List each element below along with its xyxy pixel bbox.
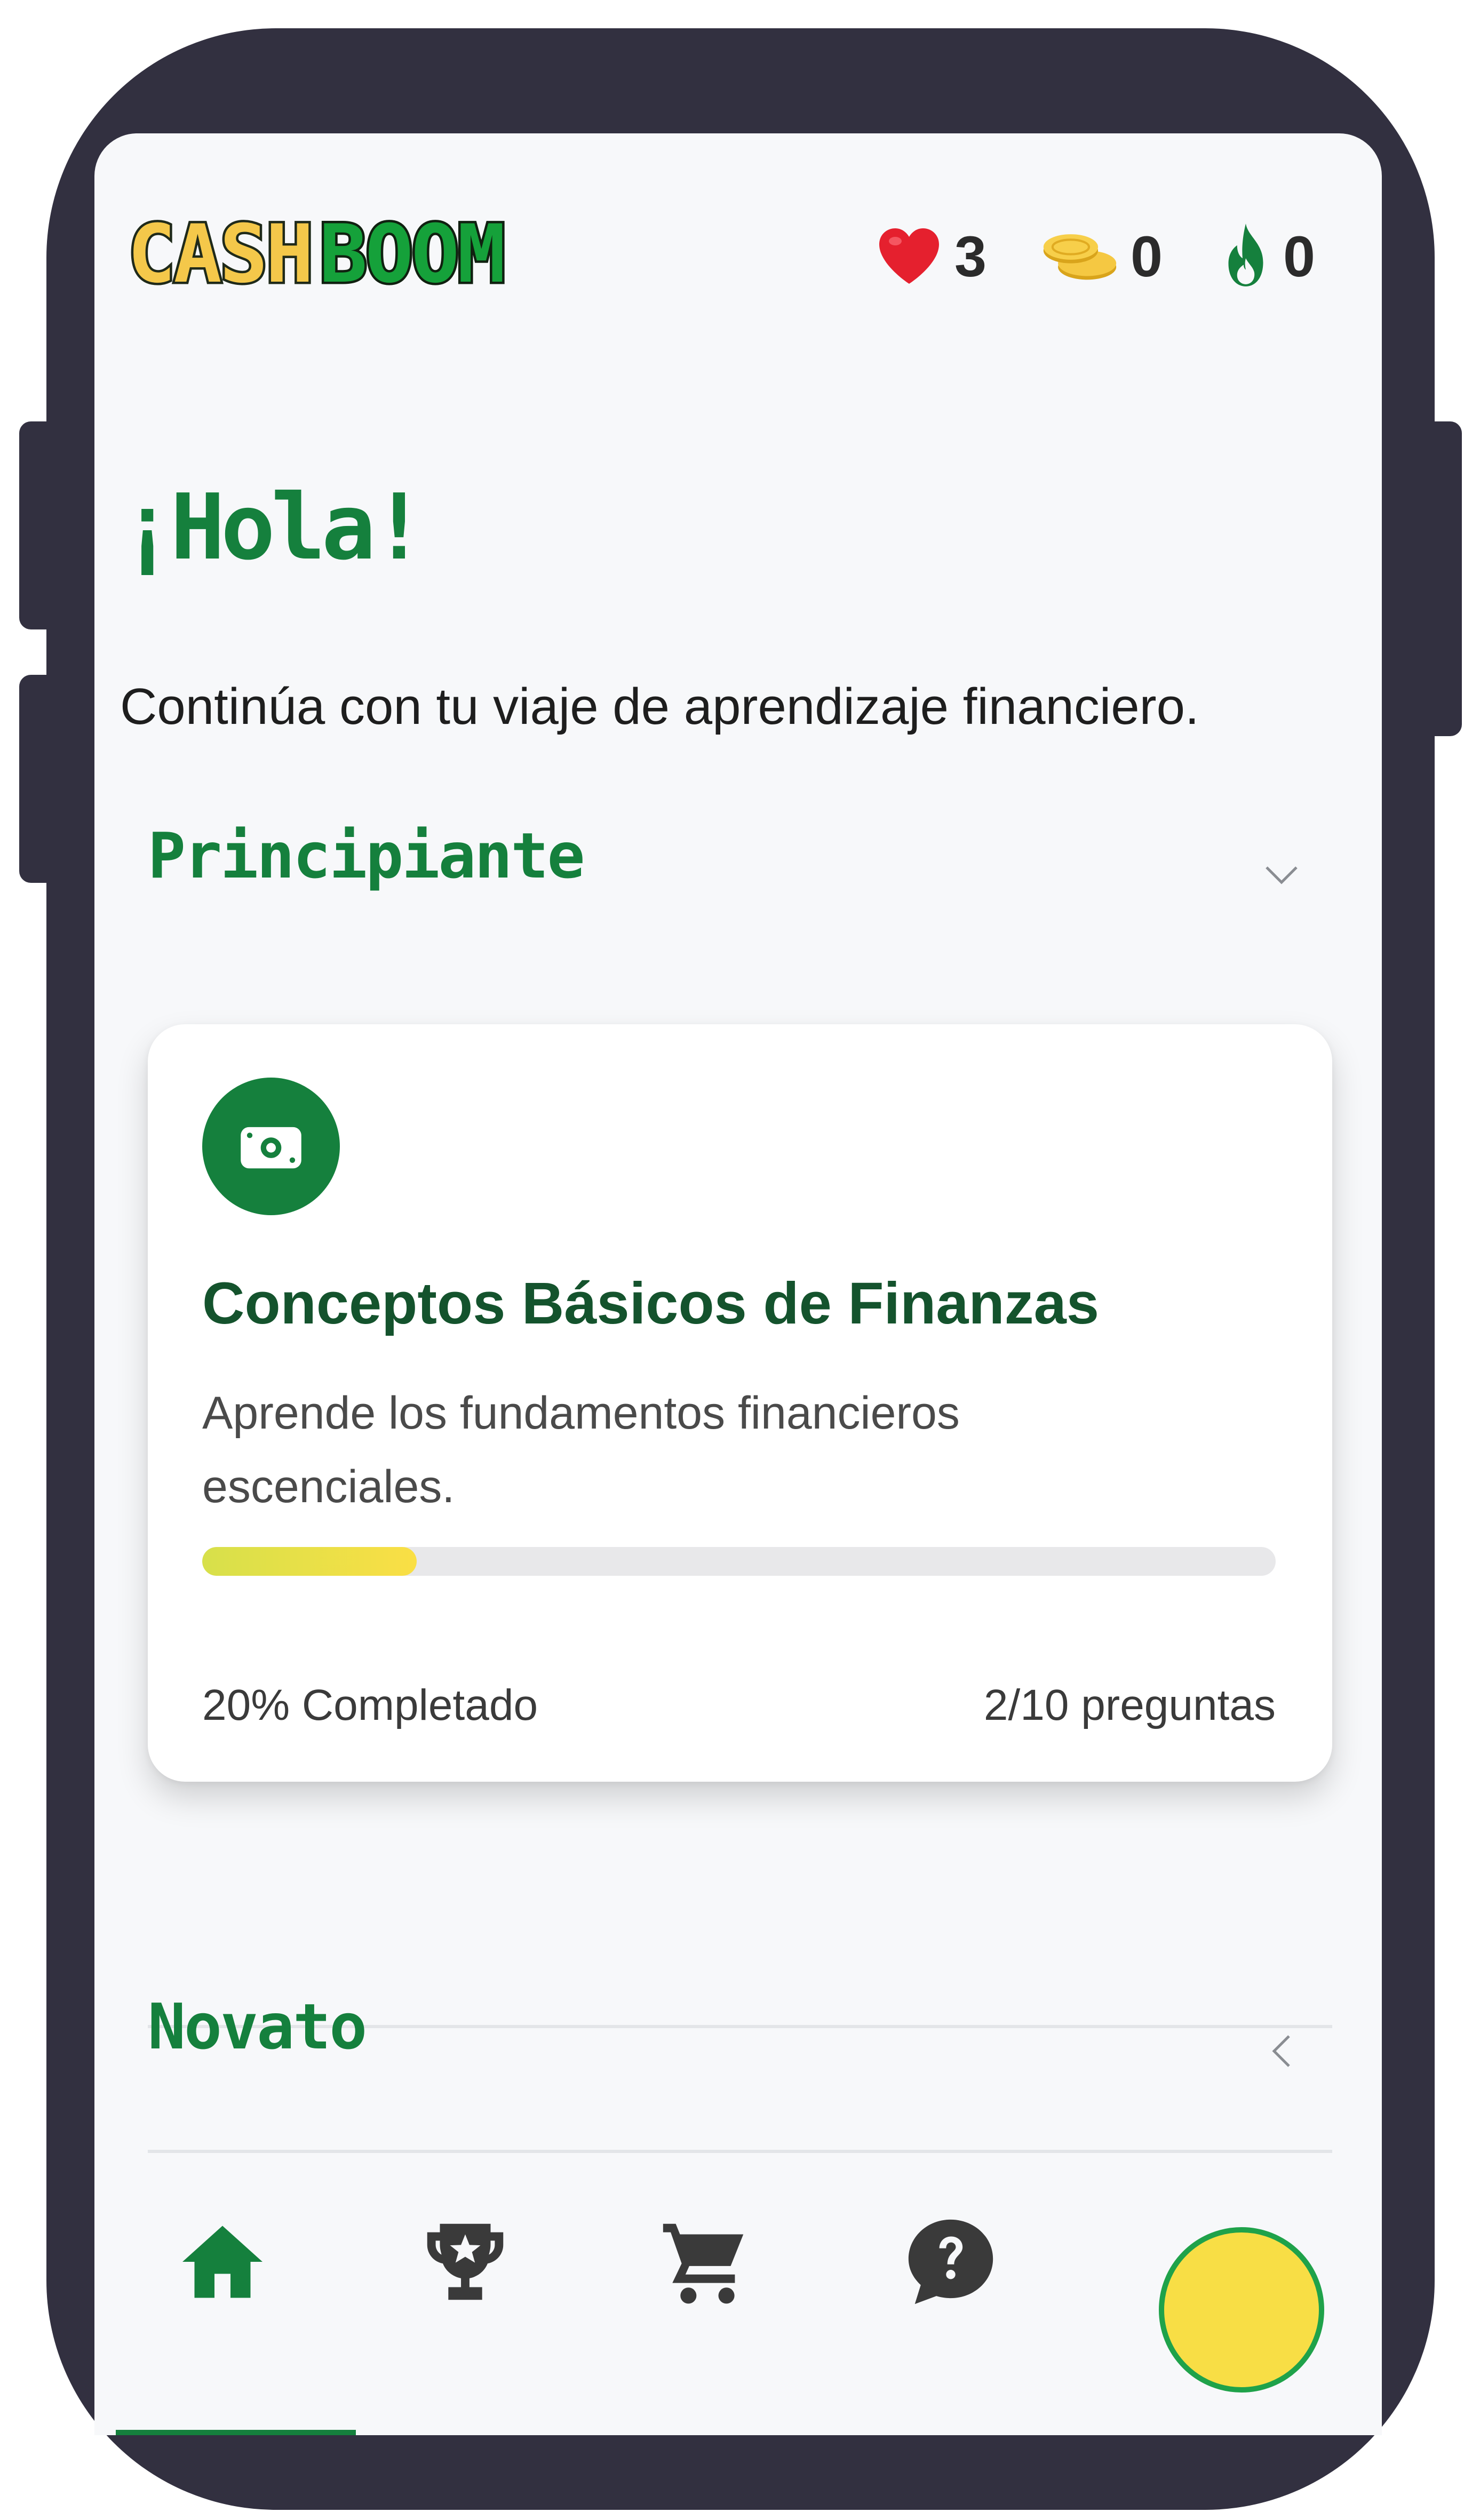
coins-count: 0 xyxy=(1131,224,1163,289)
logo-cash-text: CASH xyxy=(125,207,316,302)
chevron-left-icon[interactable] xyxy=(1260,2030,1303,2072)
nav-shop-button[interactable] xyxy=(647,2203,764,2320)
nav-help-button[interactable] xyxy=(892,2203,1009,2320)
section-header-principiante[interactable]: Principiante xyxy=(148,819,585,892)
lesson-card[interactable]: Conceptos Básicos de Finanzas Aprende lo… xyxy=(148,1024,1332,1782)
logo-boom-text: BOOM xyxy=(317,207,508,302)
page-subtitle: Continúa con tu viaje de aprendizaje fin… xyxy=(120,678,1199,735)
hearts-counter: 3 xyxy=(874,213,986,299)
questions-count-label: 2/10 preguntas xyxy=(983,1681,1276,1729)
money-icon xyxy=(241,1127,301,1169)
section-header-novato[interactable]: Novato xyxy=(148,1990,367,2063)
trophy-icon xyxy=(427,2223,504,2300)
heart-icon xyxy=(879,228,939,284)
nav-divider xyxy=(148,2150,1332,2153)
lesson-title: Conceptos Básicos de Finanzas xyxy=(202,1271,1099,1336)
chevron-down-icon[interactable] xyxy=(1260,854,1303,896)
lesson-progress-bar xyxy=(202,1547,1276,1576)
nav-active-indicator xyxy=(116,2430,356,2435)
help-icon xyxy=(908,2219,993,2304)
cart-icon xyxy=(663,2223,744,2304)
flame-icon xyxy=(1228,224,1263,286)
coins-icon xyxy=(1043,234,1117,280)
streak-count: 0 xyxy=(1283,224,1316,289)
nav-leaderboard-button[interactable] xyxy=(407,2203,524,2320)
profile-avatar-button[interactable] xyxy=(1159,2227,1324,2393)
lesson-description: Aprende los fundamentos financieros esce… xyxy=(202,1387,960,1512)
nav-home-button[interactable] xyxy=(164,2203,281,2320)
page-title: ¡Hola! xyxy=(120,475,426,580)
home-icon xyxy=(182,2226,262,2298)
hearts-count: 3 xyxy=(954,224,987,289)
lesson-progress-fill xyxy=(202,1547,417,1576)
coins-counter: 0 xyxy=(1040,213,1163,299)
app-logo: CASHBOOM xyxy=(125,207,508,302)
progress-percent-label: 20% Completado xyxy=(202,1681,538,1729)
lesson-icon-circle xyxy=(202,1078,340,1215)
app-screen: CASHBOOM 3 0 0 ¡Hola! Continúa con tu vi… xyxy=(94,133,1382,2435)
streak-counter: 0 xyxy=(1219,213,1315,299)
